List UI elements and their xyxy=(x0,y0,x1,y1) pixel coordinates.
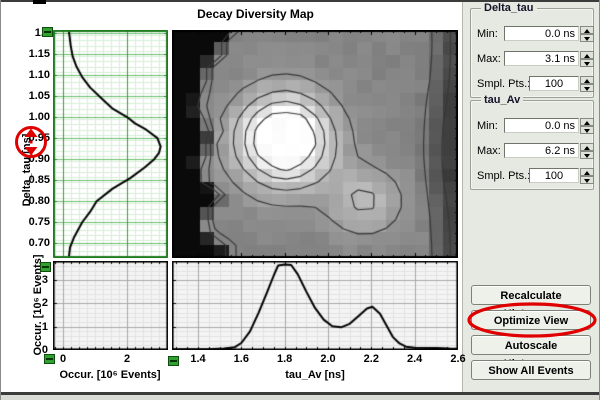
window-strip-bottom xyxy=(0,395,600,400)
tick-label: 2.2 xyxy=(364,353,379,365)
tau-av-group-label: tau_Av xyxy=(481,94,523,106)
window-border-top xyxy=(0,0,600,2)
tick-label: 2 xyxy=(42,297,48,309)
show-all-events-button[interactable]: Show All Events xyxy=(471,360,591,380)
tick-label: 0.70 xyxy=(29,237,50,249)
occurrence-corner-plot[interactable] xyxy=(53,261,168,350)
optimize-view-button[interactable]: Optimize View xyxy=(471,310,591,330)
tick-label: 1.15 xyxy=(29,48,50,60)
sample-points-label: Smpl. Pts.: xyxy=(477,170,530,182)
up-arrow-icon xyxy=(584,146,590,150)
spin-down-button[interactable] xyxy=(580,176,594,184)
tick-label: 1.4 xyxy=(190,353,205,365)
autoscale-histogram-button[interactable]: Autoscale Histogram xyxy=(471,335,591,355)
sample-points-label: Smpl. Pts.: xyxy=(477,78,530,90)
up-arrow-icon xyxy=(584,121,590,125)
spin-up-button[interactable] xyxy=(580,26,594,34)
spin-down-button[interactable] xyxy=(580,126,594,134)
spin-up-button[interactable] xyxy=(580,118,594,126)
tick-label: 3 xyxy=(42,274,48,286)
delta-tau-group-label: Delta_tau xyxy=(481,2,537,14)
panel-divider xyxy=(462,2,463,392)
delta-tau-max-spinner xyxy=(580,51,594,67)
tau-av-min-spinner xyxy=(580,118,594,134)
down-arrow-icon xyxy=(584,62,590,66)
resize-handle[interactable] xyxy=(44,354,55,364)
decay-diversity-map-plot[interactable] xyxy=(172,30,458,258)
decay-analysis-window: Decay Diversity Map Delta_tau [ns] Occur… xyxy=(0,0,600,400)
tau-av-max-input[interactable]: 6.2 ns xyxy=(504,143,579,158)
resize-handle[interactable] xyxy=(168,356,179,366)
delta-tau-min-spinner xyxy=(580,26,594,42)
tick-label: 1.10 xyxy=(29,69,50,81)
up-arrow-icon xyxy=(584,54,590,58)
delta-tau-min-input[interactable]: 0.0 ns xyxy=(504,26,579,41)
delta-tau-histogram-plot[interactable] xyxy=(53,30,168,258)
down-arrow-icon xyxy=(584,37,590,41)
spin-up-button[interactable] xyxy=(580,168,594,176)
up-arrow-icon xyxy=(584,29,590,33)
spin-down-button[interactable] xyxy=(580,59,594,67)
delta-tau-group: Delta_tau Min: 0.0 ns Max: 3.1 ns Smpl. … xyxy=(470,8,594,98)
tau-av-histogram-plot[interactable] xyxy=(172,261,458,350)
up-arrow-icon xyxy=(584,171,590,175)
plot-region: Decay Diversity Map Delta_tau [ns] Occur… xyxy=(0,0,462,392)
tick-label: 2.6 xyxy=(450,353,465,365)
tau-av-group: tau_Av Min: 0.0 ns Max: 6.2 ns Smpl. Pts… xyxy=(470,100,594,190)
tick-label: 1.05 xyxy=(29,90,50,102)
spin-up-button[interactable] xyxy=(580,76,594,84)
tau-av-sample-points-input[interactable]: 100 xyxy=(529,168,579,183)
resize-handle[interactable] xyxy=(42,27,53,37)
spin-up-button[interactable] xyxy=(580,143,594,151)
max-label: Max: xyxy=(477,53,501,65)
tau-av-min-input[interactable]: 0.0 ns xyxy=(504,118,579,133)
down-arrow-icon xyxy=(584,154,590,158)
tau-av-max-spinner xyxy=(580,143,594,159)
min-label: Min: xyxy=(477,28,498,40)
down-arrow-icon xyxy=(584,179,590,183)
tick-label: 0.75 xyxy=(29,216,50,228)
occur-x-axis-label: Occur. [10⁶ Events] xyxy=(59,369,160,381)
tick-label: 0.95 xyxy=(29,132,50,144)
tick-label: 0.85 xyxy=(29,174,50,186)
window-notch xyxy=(33,0,46,4)
tau-av-axis-label: tau_Av [ns] xyxy=(285,369,345,381)
recalculate-histogram-button[interactable]: Recalculate Histogram xyxy=(471,285,591,305)
tick-label: 1.8 xyxy=(277,353,292,365)
tau-av-sample-points-spinner xyxy=(580,168,594,184)
down-arrow-icon xyxy=(584,129,590,133)
resize-handle[interactable] xyxy=(40,262,51,272)
chart-title: Decay Diversity Map xyxy=(53,7,458,21)
tick-label: 2 xyxy=(124,353,130,365)
down-arrow-icon xyxy=(584,87,590,91)
delta-tau-sample-points-input[interactable]: 100 xyxy=(529,76,579,91)
delta-tau-max-input[interactable]: 3.1 ns xyxy=(504,51,579,66)
tick-label: 0 xyxy=(60,353,66,365)
window-border-left xyxy=(0,0,1,400)
max-label: Max: xyxy=(477,145,501,157)
tick-label: 2.0 xyxy=(320,353,335,365)
parameter-panel: Delta_tau Min: 0.0 ns Max: 3.1 ns Smpl. … xyxy=(462,0,600,392)
delta-tau-sample-points-spinner xyxy=(580,76,594,92)
tick-label: 2.4 xyxy=(407,353,422,365)
up-arrow-icon xyxy=(584,79,590,83)
tick-label: 0.90 xyxy=(29,153,50,165)
spin-up-button[interactable] xyxy=(580,51,594,59)
spin-down-button[interactable] xyxy=(580,34,594,42)
tick-label: 1.00 xyxy=(29,111,50,123)
tick-label: 0.80 xyxy=(29,195,50,207)
min-label: Min: xyxy=(477,120,498,132)
tick-label: 1.6 xyxy=(234,353,249,365)
spin-down-button[interactable] xyxy=(580,151,594,159)
spin-down-button[interactable] xyxy=(580,84,594,92)
tick-label: 1 xyxy=(42,321,48,333)
